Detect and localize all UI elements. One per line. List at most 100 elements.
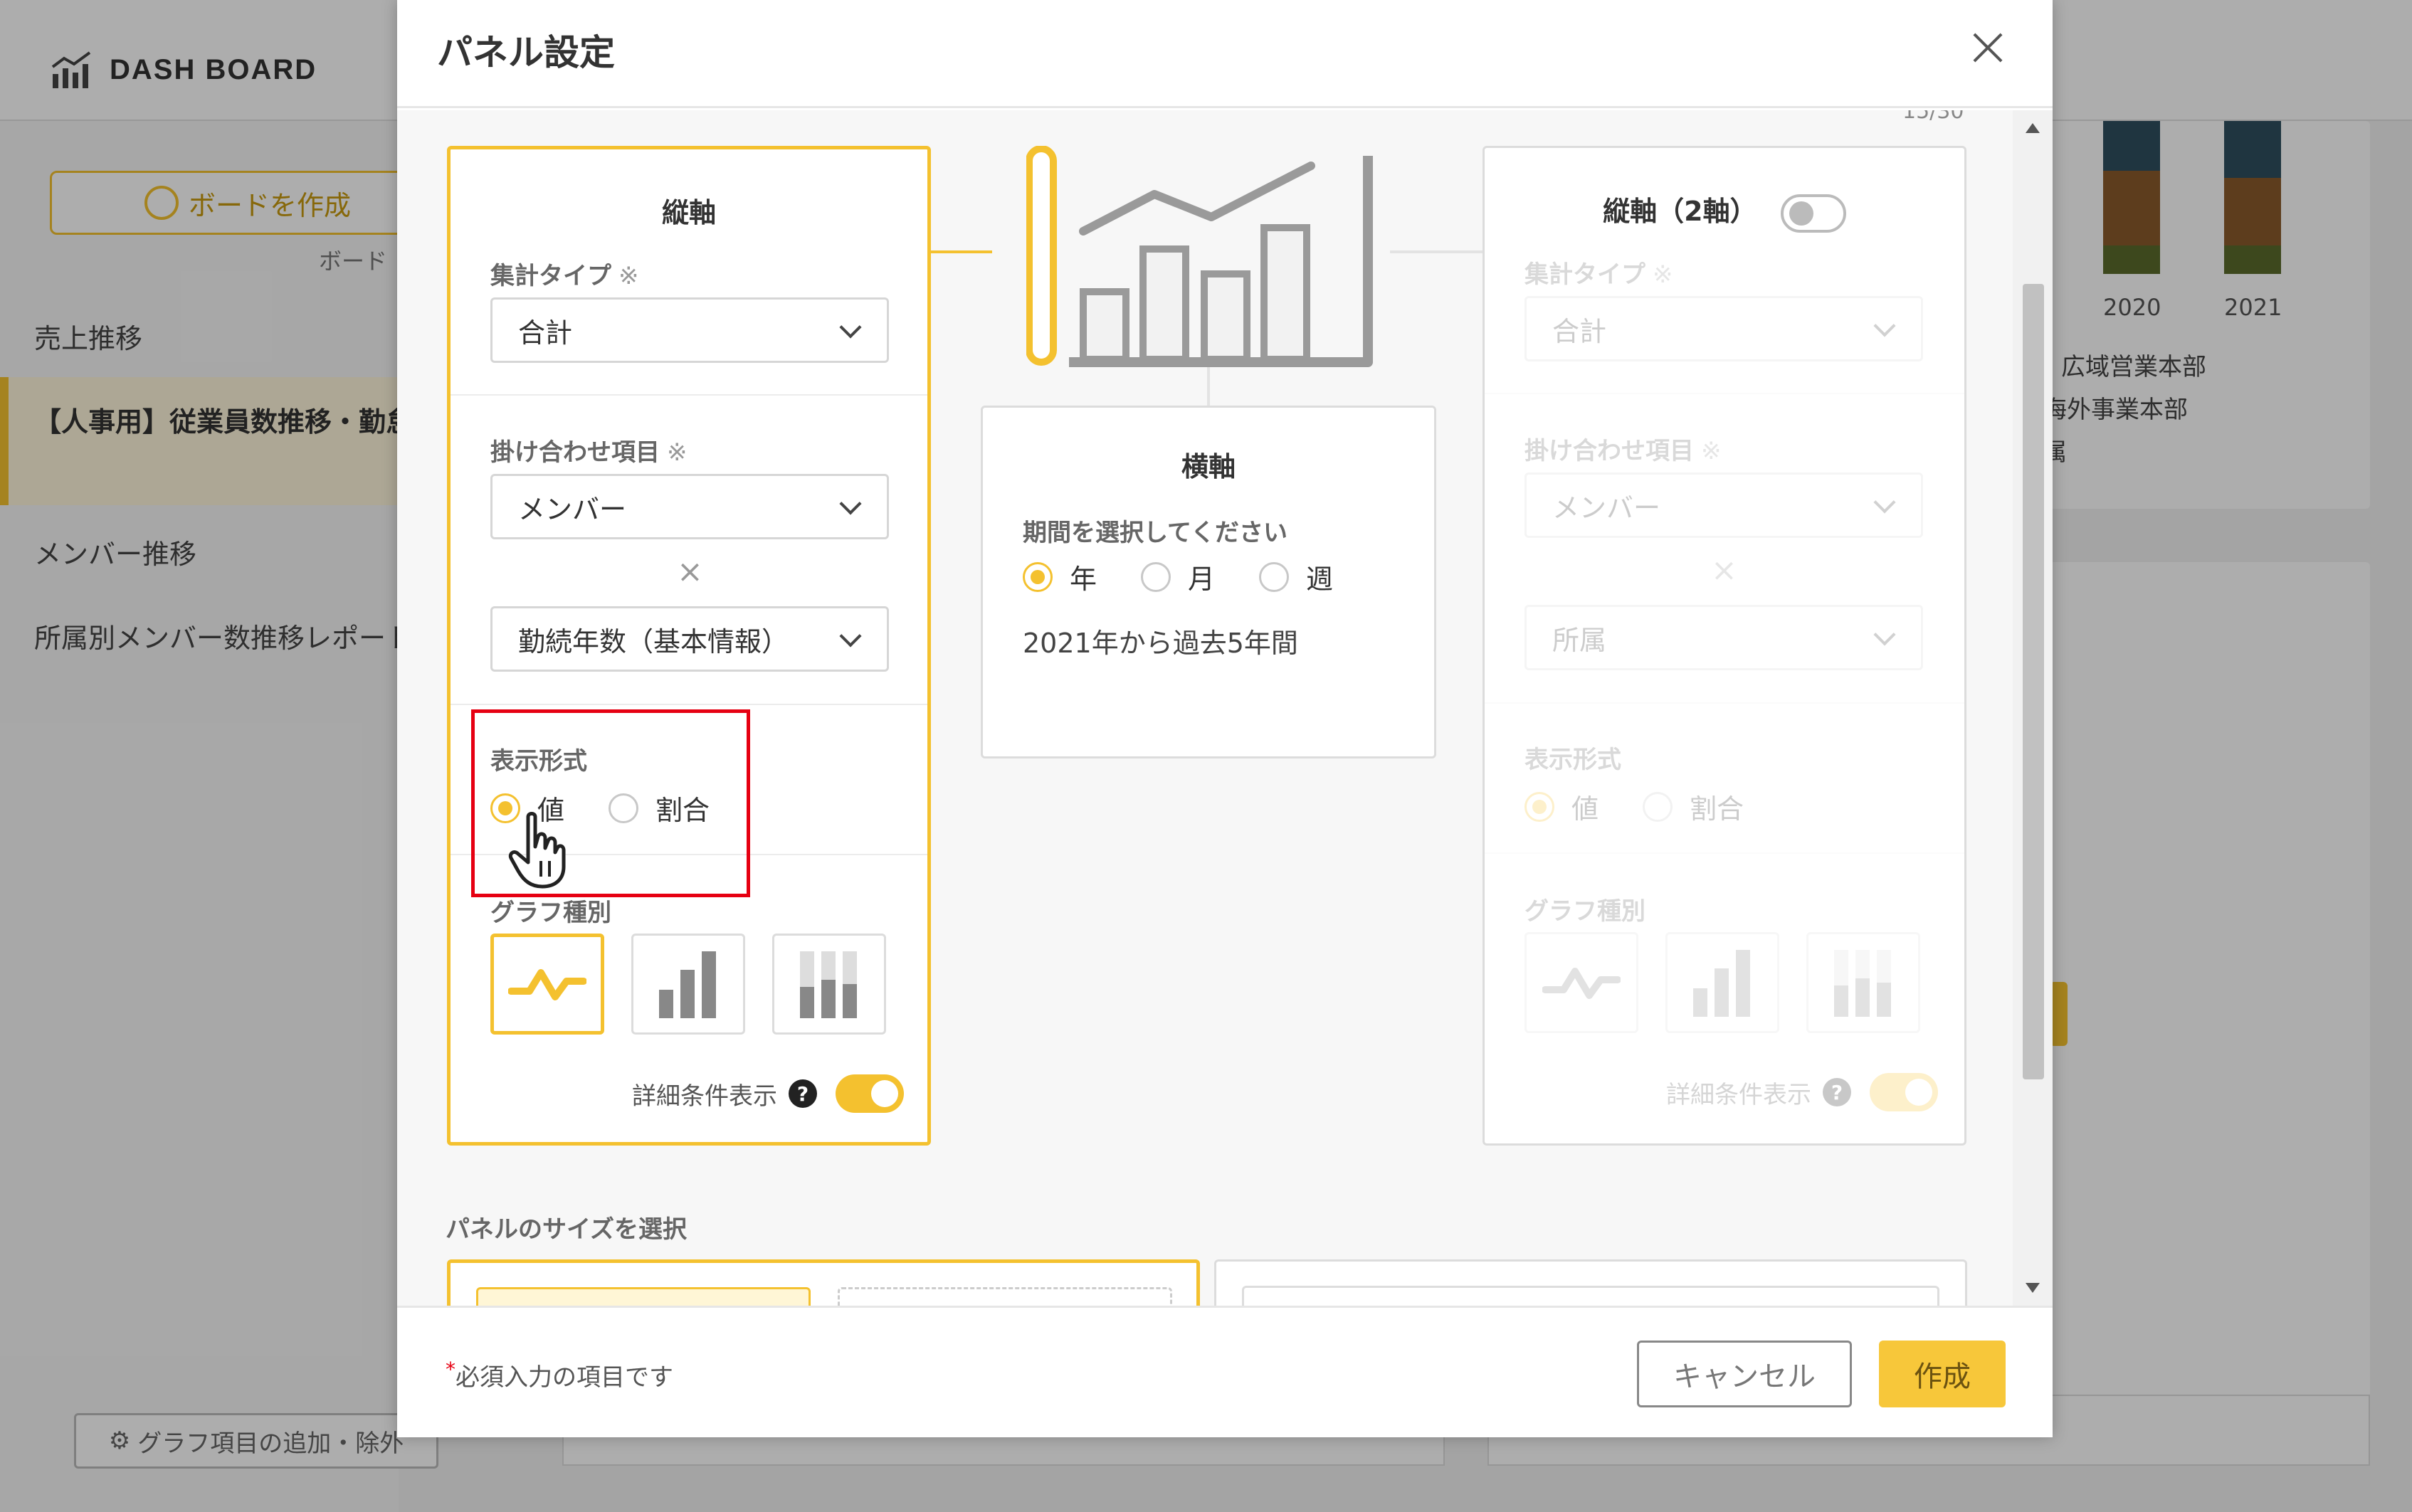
panel-size-option[interactable] <box>1214 1259 1967 1306</box>
stacked-bar-chart-icon <box>800 951 857 1018</box>
graph-type-line[interactable] <box>1524 932 1638 1033</box>
radio-week-label: 週 <box>1306 564 1334 595</box>
item-counter: 15/30 <box>1902 110 1964 124</box>
required-note: *必須入力の項目です <box>446 1358 673 1392</box>
chevron-down-icon <box>839 492 862 515</box>
cancel-button[interactable]: キャンセル <box>1637 1341 1852 1407</box>
aggregate-type-select[interactable]: 合計 <box>490 297 889 363</box>
graph-type-line[interactable] <box>490 934 604 1035</box>
bar-chart-icon <box>659 951 716 1018</box>
modal-header: パネル設定 <box>397 0 2053 108</box>
panel-size-option-selected[interactable] <box>447 1259 1200 1306</box>
scroll-up-arrow-icon[interactable] <box>2026 123 2040 133</box>
section-divider <box>1485 393 1964 394</box>
line-chart-icon <box>1542 968 1621 999</box>
size-preview-half <box>476 1287 811 1306</box>
graph-type-label: グラフ種別 <box>490 899 611 927</box>
radio-week[interactable]: 週 <box>1259 557 1333 596</box>
detail-conditions-toggle[interactable] <box>836 1074 904 1113</box>
section-divider <box>1485 702 1964 704</box>
radio-ratio-label: 割合 <box>1690 793 1744 825</box>
chevron-down-icon <box>839 625 862 647</box>
detail-conditions-row: 詳細条件表示 ? <box>1666 1073 1938 1111</box>
graph-type-bar[interactable] <box>1665 932 1779 1033</box>
modal-scrollbar[interactable] <box>2013 110 2053 1306</box>
radio-button-selected[interactable] <box>1524 791 1554 822</box>
scroll-thumb[interactable] <box>2023 284 2044 1079</box>
radio-month-label: 月 <box>1188 564 1216 595</box>
detail-conditions-label: 詳細条件表示 <box>632 1082 777 1111</box>
section-divider <box>1485 852 1964 854</box>
aggregate-type-value: 合計 <box>1552 315 1607 347</box>
display-format-label: 表示形式 <box>1524 746 1621 774</box>
period-description: 2021年から過去5年間 <box>1023 628 1298 659</box>
panel-settings-modal: パネル設定 15/30 縦軸 集計タイプ ※ 合計 掛け合わせ項目 ※ メンバー… <box>397 0 2053 1437</box>
chevron-down-icon <box>1873 314 1896 337</box>
required-mark: ※ <box>618 262 639 290</box>
display-format-radios: 値 割合 <box>1524 787 1788 826</box>
required-mark: ※ <box>1701 437 1722 465</box>
radio-button[interactable] <box>1259 561 1290 592</box>
radio-button-selected[interactable] <box>1023 561 1053 592</box>
modal-footer: *必須入力の項目です キャンセル 作成 <box>397 1306 2053 1437</box>
graph-type-label: グラフ種別 <box>1524 897 1645 926</box>
radio-ratio[interactable]: 割合 <box>1643 787 1744 826</box>
aggregate-type-select[interactable]: 合計 <box>1524 296 1923 361</box>
aggregate-type-value: 合計 <box>518 317 573 349</box>
cross-item-value-2: 所属 <box>1552 624 1607 656</box>
period-label: 期間を選択してください <box>1023 519 1287 547</box>
help-icon[interactable]: ? <box>1823 1078 1851 1106</box>
cross-item-value-2: 勤続年数（基本情報） <box>518 625 789 657</box>
required-mark: ※ <box>1653 260 1673 289</box>
line-chart-icon <box>508 969 586 1000</box>
hand-pointer-icon <box>508 812 566 889</box>
cross-item-label: 掛け合わせ項目 ※ <box>490 438 688 467</box>
size-preview-full <box>1242 1286 1939 1306</box>
cross-item-select-1[interactable]: メンバー <box>490 474 889 539</box>
radio-value[interactable]: 値 <box>1524 787 1599 826</box>
graph-type-stacked-bar[interactable] <box>772 934 886 1035</box>
size-preview-half <box>838 1287 1172 1306</box>
section-divider <box>451 704 927 705</box>
cross-item-select-1[interactable]: メンバー <box>1524 472 1923 538</box>
chevron-down-icon <box>839 316 862 339</box>
cross-item-label: 掛け合わせ項目 ※ <box>1524 437 1722 465</box>
cross-item-select-2[interactable]: 所属 <box>1524 605 1923 670</box>
aggregate-type-label: 集計タイプ ※ <box>490 262 639 290</box>
graph-type-bar[interactable] <box>631 934 745 1035</box>
times-icon: × <box>1711 552 1737 588</box>
close-icon[interactable] <box>1971 31 2004 64</box>
y2-axis-toggle[interactable] <box>1780 194 1846 233</box>
detail-conditions-toggle[interactable] <box>1870 1073 1938 1111</box>
cross-item-select-2[interactable]: 勤続年数（基本情報） <box>490 606 889 672</box>
detail-conditions-row: 詳細条件表示 ? <box>632 1074 904 1113</box>
radio-year-label: 年 <box>1070 564 1097 595</box>
x-axis-panel: 横軸 期間を選択してください 年 月 週 2021年から過去5年間 <box>981 406 1436 758</box>
chart-preview-icon <box>1026 146 1373 367</box>
radio-month[interactable]: 月 <box>1141 557 1215 596</box>
required-note-text: 必須入力の項目です <box>455 1363 673 1392</box>
modal-body: 15/30 縦軸 集計タイプ ※ 合計 掛け合わせ項目 ※ メンバー × 勤続年… <box>397 110 2013 1306</box>
bar-chart-icon <box>1693 950 1750 1017</box>
panel-size-label: パネルのサイズを選択 <box>446 1215 687 1244</box>
radio-value-label: 値 <box>1571 793 1599 825</box>
stacked-bar-chart-icon <box>1834 950 1891 1017</box>
radio-button[interactable] <box>1141 561 1171 592</box>
chevron-down-icon <box>1873 623 1896 646</box>
detail-conditions-label: 詳細条件表示 <box>1666 1080 1811 1109</box>
radio-button[interactable] <box>1643 791 1673 822</box>
scroll-down-arrow-icon[interactable] <box>2026 1283 2040 1293</box>
create-button[interactable]: 作成 <box>1879 1341 2006 1407</box>
section-divider <box>451 394 927 396</box>
cross-item-value-1: メンバー <box>518 493 627 525</box>
y-axis-panel: 縦軸 集計タイプ ※ 合計 掛け合わせ項目 ※ メンバー × 勤続年数（基本情報） … <box>447 146 931 1146</box>
y2-axis-panel: 縦軸（2軸） 集計タイプ ※ 合計 掛け合わせ項目 ※ メンバー × 所属 表示… <box>1483 146 1966 1146</box>
y-axis-title: 縦軸 <box>661 197 716 228</box>
connector-line <box>928 250 992 253</box>
required-mark: ※ <box>667 438 688 467</box>
required-star: * <box>446 1358 455 1381</box>
help-icon[interactable]: ? <box>789 1079 817 1108</box>
x-axis-title: 横軸 <box>1181 451 1236 482</box>
radio-year[interactable]: 年 <box>1023 557 1097 596</box>
graph-type-stacked-bar[interactable] <box>1806 932 1920 1033</box>
